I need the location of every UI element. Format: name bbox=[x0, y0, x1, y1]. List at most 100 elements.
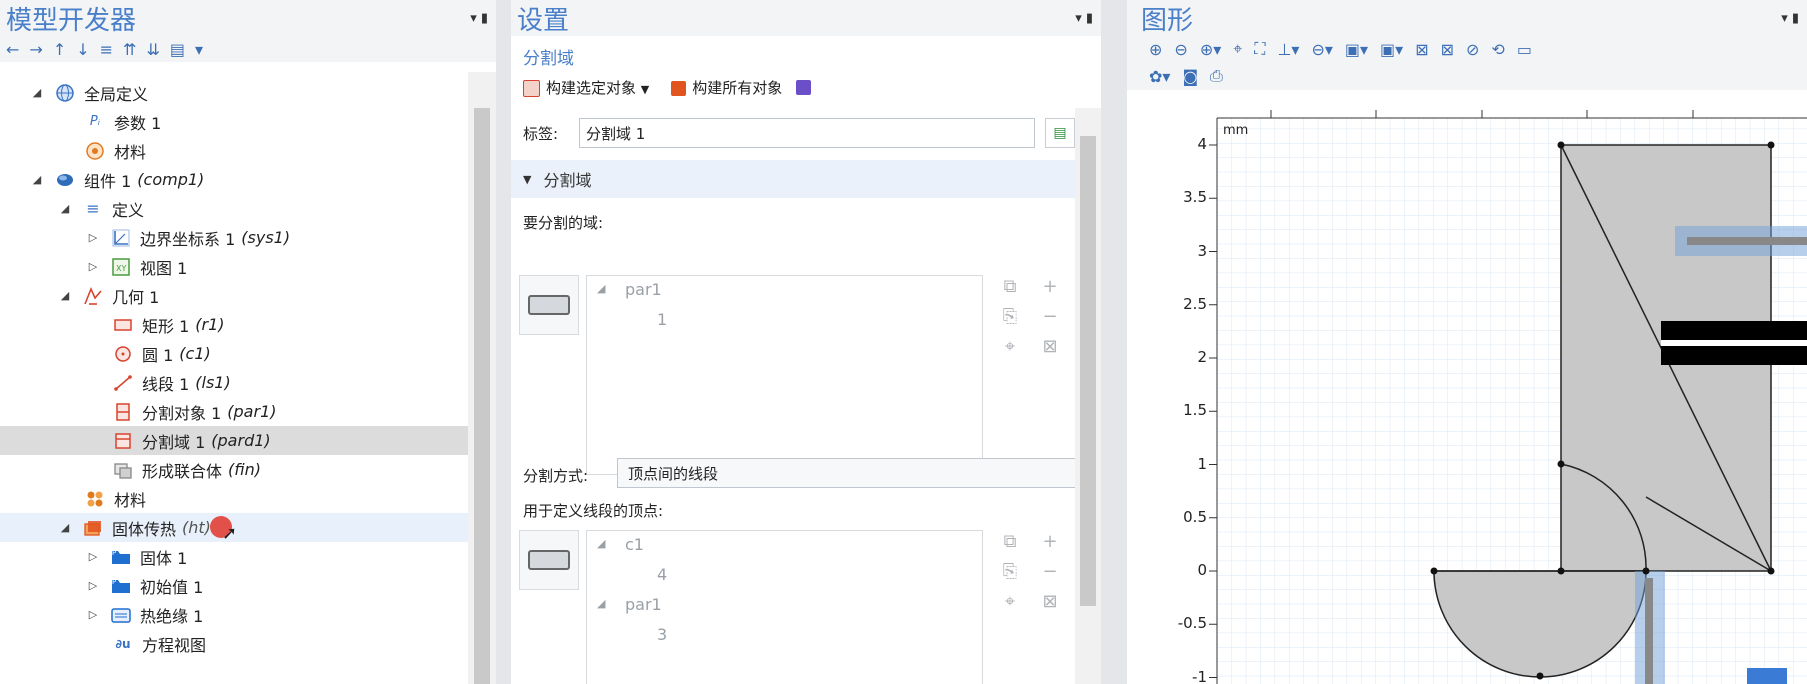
tree-scrollbar-thumb[interactable] bbox=[474, 108, 490, 684]
hide-icon[interactable]: ⊘ bbox=[1466, 40, 1479, 59]
tree-node-solid[interactable]: ▷ P 固体 1 bbox=[0, 542, 468, 571]
zoom-box-icon[interactable]: ⊕▾ bbox=[1200, 40, 1221, 59]
expand-triangle-icon[interactable]: ▷ bbox=[86, 579, 100, 592]
collapse-triangle-icon[interactable]: ◢ bbox=[30, 86, 44, 99]
domains-selection-list[interactable]: ◢ par1 1 bbox=[586, 275, 983, 475]
vertex-selection-toggle[interactable] bbox=[519, 530, 579, 590]
build-and-update-icon[interactable] bbox=[796, 80, 812, 95]
clear-selection-icon[interactable]: ⊠ bbox=[1035, 591, 1065, 612]
chevron-down-icon[interactable]: ▼ bbox=[641, 83, 649, 96]
tree-node-definitions[interactable]: ◢ ≡ 定义 bbox=[0, 194, 468, 223]
axis-icon[interactable]: ⊥▾ bbox=[1277, 40, 1299, 59]
reset-hiding-icon[interactable]: ⟲ bbox=[1491, 40, 1504, 59]
domain-selection-toggle[interactable] bbox=[519, 275, 579, 335]
copy-selection-icon[interactable]: ⧉ bbox=[995, 276, 1025, 297]
tree-node-parameters[interactable]: Pᵢ 参数 1 bbox=[0, 107, 468, 136]
camera-icon[interactable]: ◙ bbox=[1182, 67, 1198, 86]
list-item[interactable]: 1 bbox=[657, 310, 667, 329]
back-icon[interactable]: ← bbox=[6, 40, 19, 59]
center-icon[interactable]: ⌖ bbox=[1233, 39, 1242, 59]
tree-node-boundary-system[interactable]: ▷ 边界坐标系 1 (sys1) bbox=[0, 223, 468, 252]
image-icon[interactable]: ▭ bbox=[1517, 40, 1532, 59]
tree-node-line-segment[interactable]: 线段 1 (ls1) bbox=[0, 368, 468, 397]
label-field[interactable]: 分割域 1 bbox=[579, 118, 1035, 148]
tree-node-component-materials[interactable]: 材料 bbox=[0, 484, 468, 513]
tree-node-component[interactable]: ◢ 组件 1 (comp1) bbox=[0, 165, 468, 194]
tree-node-equation-view[interactable]: ∂u 方程视图 bbox=[0, 629, 468, 658]
deselect-box-icon[interactable]: ⊠ bbox=[1441, 40, 1454, 59]
show-icon[interactable]: ≡ bbox=[100, 40, 113, 59]
settings-scrollbar[interactable] bbox=[1075, 108, 1101, 684]
view-options-icon[interactable]: ▤ bbox=[170, 40, 185, 59]
collapse-triangle-icon[interactable]: ◢ bbox=[597, 282, 605, 295]
list-item[interactable]: c1 bbox=[625, 535, 644, 554]
splitter[interactable] bbox=[496, 0, 511, 684]
tree-node-circle[interactable]: 圆 1 (c1) bbox=[0, 339, 468, 368]
tree-node-geometry[interactable]: ◢ 几何 1 bbox=[0, 281, 468, 310]
view-orientation-icon[interactable]: ⊖▾ bbox=[1311, 40, 1332, 59]
collapse-triangle-icon[interactable]: ◢ bbox=[597, 597, 605, 610]
collapse-triangle-icon[interactable]: ◢ bbox=[58, 521, 72, 534]
tree-node-global-materials[interactable]: 材料 bbox=[0, 136, 468, 165]
expand-all-icon[interactable]: ⇊ bbox=[146, 40, 159, 59]
zoom-in-icon[interactable]: ⊕ bbox=[1149, 40, 1162, 59]
move-down-icon[interactable]: ↓ bbox=[76, 40, 89, 59]
tree-node-thermal-insulation[interactable]: ▷ 热绝缘 1 bbox=[0, 600, 468, 629]
tree-node-form-union[interactable]: 形成联合体 (fin) bbox=[0, 455, 468, 484]
paste-selection-icon[interactable]: ⎘ bbox=[995, 306, 1025, 327]
expand-triangle-icon[interactable]: ▷ bbox=[86, 260, 100, 273]
list-item[interactable]: par1 bbox=[625, 595, 662, 614]
tree-scrollbar[interactable] bbox=[468, 72, 496, 684]
add-icon[interactable]: + bbox=[1035, 531, 1065, 552]
list-item[interactable]: 3 bbox=[657, 625, 667, 644]
partition-method-select[interactable]: 顶点间的线段 ▼ bbox=[617, 458, 1099, 488]
graphics-canvas[interactable]: mm 4 3.5 3 2.5 2 1.5 1 0.5 0 -0.5 -1 bbox=[1127, 108, 1807, 684]
expand-triangle-icon[interactable]: ▷ bbox=[86, 550, 100, 563]
panel-controls[interactable]: ▾ ▮ bbox=[470, 11, 488, 26]
zoom-to-selection-icon[interactable]: ⌖ bbox=[995, 591, 1025, 612]
scene-light-icon[interactable]: ▣▾ bbox=[1345, 40, 1368, 59]
collapse-triangle-icon[interactable]: ◢ bbox=[58, 202, 72, 215]
section-collapse-icon[interactable]: ▼ bbox=[523, 173, 531, 186]
select-box-icon[interactable]: ⊠ bbox=[1415, 40, 1428, 59]
tree-node-initial-values[interactable]: ▷ P 初始值 1 bbox=[0, 571, 468, 600]
remove-icon[interactable]: − bbox=[1035, 561, 1065, 582]
list-item[interactable]: 4 bbox=[657, 565, 667, 584]
tree-node-view[interactable]: ▷ XY 视图 1 bbox=[0, 252, 468, 281]
tree-node-heat-transfer[interactable]: ◢ 固体传热 (ht) ➚ bbox=[0, 513, 468, 544]
panel-controls[interactable]: ▾ ▮ bbox=[1781, 11, 1799, 26]
build-selected-button[interactable]: 构建选定对象 ▼ bbox=[523, 77, 649, 98]
expand-triangle-icon[interactable]: ▷ bbox=[86, 608, 100, 621]
paste-selection-icon[interactable]: ⎘ bbox=[995, 561, 1025, 582]
add-icon[interactable]: + bbox=[1035, 276, 1065, 297]
panel-controls[interactable]: ▾ ▮ bbox=[1075, 11, 1093, 26]
settings-scrollbar-thumb[interactable] bbox=[1080, 136, 1096, 606]
collapse-triangle-icon[interactable]: ◢ bbox=[58, 289, 72, 302]
print-icon[interactable]: ⎙ bbox=[1210, 66, 1223, 86]
forward-icon[interactable]: → bbox=[29, 40, 42, 59]
tree-node-global-definitions[interactable]: ◢ 全局定义 bbox=[0, 78, 468, 107]
zoom-extents-icon[interactable]: ⛶ bbox=[1254, 39, 1265, 59]
collapse-triangle-icon[interactable]: ◢ bbox=[597, 537, 605, 550]
geometry-plot[interactable]: mm bbox=[1127, 108, 1807, 684]
refresh-icon[interactable]: ✿▾ bbox=[1149, 67, 1170, 86]
tree-node-rectangle[interactable]: 矩形 1 (r1) bbox=[0, 310, 468, 339]
expand-triangle-icon[interactable]: ▷ bbox=[86, 231, 100, 244]
list-item[interactable]: par1 bbox=[625, 280, 662, 299]
copy-selection-icon[interactable]: ⧉ bbox=[995, 531, 1025, 552]
tree-node-partition-domains[interactable]: 分割域 1 (pard1) bbox=[0, 426, 468, 455]
tree-node-partition-objects[interactable]: 分割对象 1 (par1) bbox=[0, 397, 468, 426]
move-up-icon[interactable]: ↑ bbox=[53, 40, 66, 59]
build-all-button[interactable]: 构建所有对象 bbox=[671, 77, 782, 98]
render-icon[interactable]: ▣▾ bbox=[1380, 40, 1403, 59]
collapse-all-icon[interactable]: ⇈ bbox=[123, 40, 136, 59]
section-header-partition-domains[interactable]: ▼ 分割域 bbox=[511, 160, 1101, 198]
zoom-to-selection-icon[interactable]: ⌖ bbox=[995, 336, 1025, 357]
clear-selection-icon[interactable]: ⊠ bbox=[1035, 336, 1065, 357]
remove-icon[interactable]: − bbox=[1035, 306, 1065, 327]
collapse-triangle-icon[interactable]: ◢ bbox=[30, 173, 44, 186]
vertices-selection-list[interactable]: ◢ c1 4 ◢ par1 3 bbox=[586, 530, 983, 684]
comment-icon[interactable]: ▤ bbox=[1045, 118, 1075, 148]
splitter[interactable] bbox=[1101, 0, 1127, 684]
zoom-out-icon[interactable]: ⊖ bbox=[1174, 40, 1187, 59]
